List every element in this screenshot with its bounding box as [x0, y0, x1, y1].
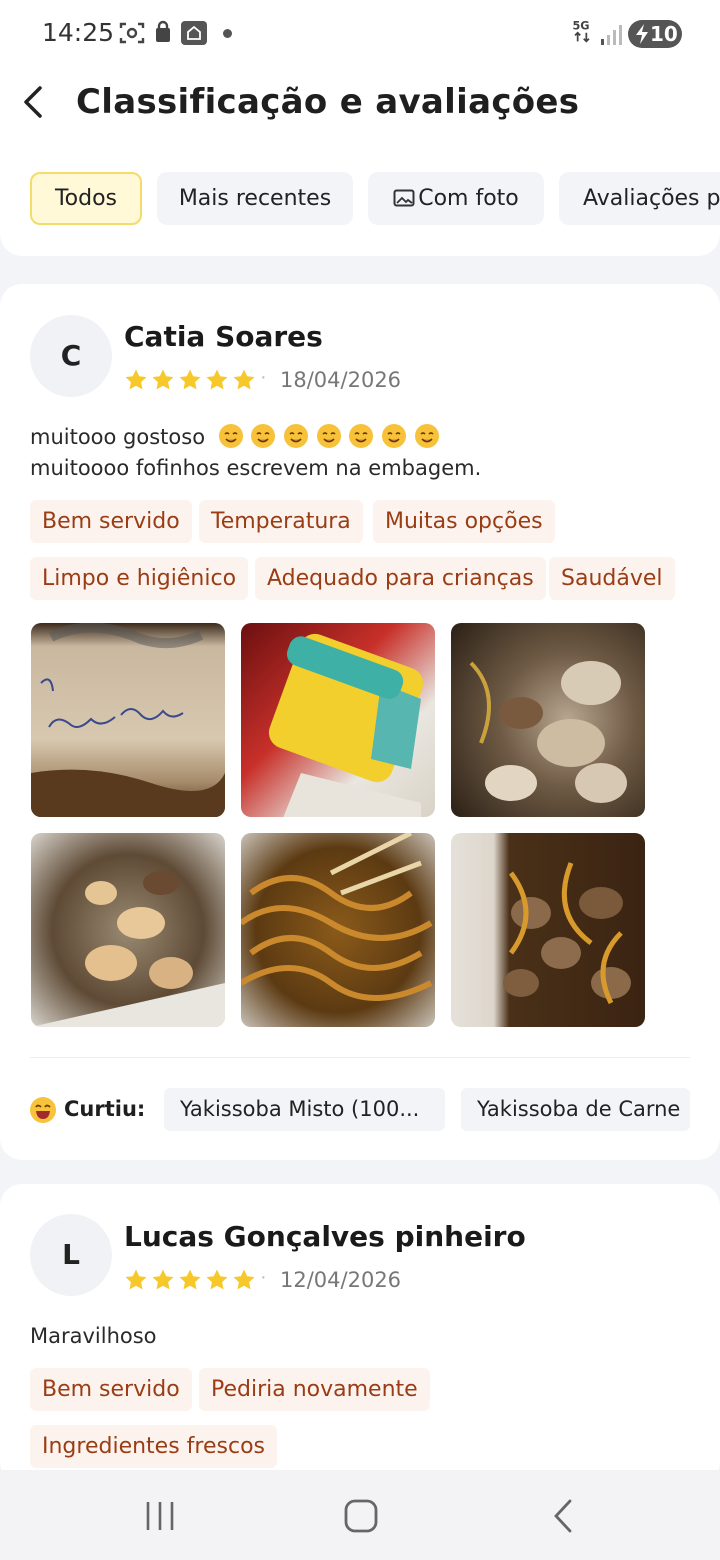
- photo-chicken-box: [31, 871, 225, 1027]
- liked-label: Curtiu:: [64, 1097, 146, 1121]
- review-photo[interactable]: [451, 623, 645, 817]
- review-date: 12/04/2026: [280, 1268, 402, 1292]
- battery-icon: 10: [628, 20, 682, 48]
- star-icon: [233, 1269, 255, 1290]
- network-5g-icon: 5G: [572, 19, 590, 43]
- star-icon: [179, 369, 201, 390]
- review-text: muitooo gostoso muitoooo fofinhos escrev…: [30, 422, 481, 484]
- yum-emoji-icon: [218, 424, 243, 448]
- avatar: C: [30, 315, 112, 397]
- review-tag: Bem servido: [30, 1368, 192, 1411]
- filter-chip-ratings[interactable]: Avaliações po: [559, 172, 720, 225]
- review-tag: Limpo e higiênico: [30, 557, 249, 600]
- battery-level: 10: [650, 22, 678, 46]
- yum-emoji-icon: [251, 424, 276, 448]
- review-date: 18/04/2026: [280, 368, 402, 392]
- status-time: 14:25: [42, 18, 115, 47]
- charging-bolt-icon: [636, 24, 648, 44]
- filter-chip-todos[interactable]: Todos: [30, 172, 142, 225]
- filter-chip-label: Todos: [54, 186, 118, 211]
- yum-emoji-icon: [414, 424, 439, 448]
- review-card: C Catia Soares · 18/04/2026 muitooo gost…: [0, 284, 720, 1160]
- review-photo[interactable]: [451, 833, 645, 1027]
- review-tag: Muitas opções: [373, 500, 555, 543]
- app-notification-icon: [181, 21, 207, 45]
- recent-apps-icon[interactable]: [144, 1500, 176, 1532]
- screenshot-icon: [119, 22, 145, 44]
- yum-emoji-icon: [382, 424, 407, 448]
- status-bar: 14:25 5G 10: [0, 0, 720, 66]
- notification-dot-icon: [223, 29, 232, 38]
- review-tag: Ingredientes frescos: [30, 1425, 277, 1468]
- reviewer-name: Lucas Gonçalves pinheiro: [124, 1220, 526, 1253]
- review-photo[interactable]: [241, 623, 435, 817]
- star-icon: [152, 369, 174, 390]
- nav-back-icon[interactable]: [551, 1499, 575, 1533]
- star-icon: [206, 369, 228, 390]
- review-tag: Bem servido: [30, 500, 192, 543]
- star-rating: [124, 368, 259, 392]
- liked-dish-chip[interactable]: Yakissoba Misto (100...: [164, 1088, 445, 1131]
- avatar: L: [30, 1214, 112, 1296]
- photo-chicken-pieces: [469, 661, 627, 803]
- emoji-row: [218, 424, 440, 449]
- system-nav-bar: [0, 1470, 720, 1560]
- star-icon: [233, 369, 255, 390]
- star-icon: [206, 1269, 228, 1290]
- yum-emoji-icon: [316, 424, 341, 448]
- review-photo[interactable]: [241, 833, 435, 1027]
- review-photo[interactable]: [31, 833, 225, 1027]
- review-text: Maravilhoso: [30, 1324, 157, 1348]
- review-card: L Lucas Gonçalves pinheiro · 12/04/2026 …: [0, 1184, 720, 1484]
- reviewer-name: Catia Soares: [124, 320, 323, 353]
- star-icon: [125, 369, 147, 390]
- review-tag: Adequado para crianças: [255, 557, 546, 600]
- review-tag: Saudável: [549, 557, 675, 600]
- image-icon: [393, 189, 415, 207]
- review-text-line: muitoooo fofinhos escrevem na embagem.: [30, 456, 482, 480]
- review-tag: Pediria novamente: [199, 1368, 430, 1411]
- filter-chip-label: Avaliações po: [583, 186, 720, 211]
- star-icon: [152, 1269, 174, 1290]
- star-icon: [125, 1269, 147, 1290]
- header: Classificação e avaliações: [0, 66, 720, 146]
- lock-icon: [156, 20, 170, 42]
- separator: ·: [260, 366, 267, 388]
- yum-emoji-icon: [349, 424, 374, 448]
- yum-emoji-icon: [284, 424, 309, 448]
- photo-noodles-plate: [241, 833, 433, 1001]
- back-arrow-icon[interactable]: [18, 82, 52, 122]
- star-rating: [124, 1268, 259, 1292]
- star-icon: [179, 1269, 201, 1290]
- svg-text:5G: 5G: [572, 19, 589, 32]
- filter-chip-recent[interactable]: Mais recentes: [157, 172, 353, 225]
- photo-keeta-label: [268, 633, 424, 817]
- liked-dish-chip[interactable]: Yakissoba de Carne: [461, 1088, 690, 1131]
- home-icon[interactable]: [344, 1499, 378, 1533]
- photo-bag-with-note: [31, 623, 225, 817]
- filter-chip-label: Mais recentes: [178, 186, 332, 211]
- signal-icon: [601, 25, 622, 45]
- filter-chip-photo[interactable]: Com foto: [368, 172, 544, 225]
- filter-chip-label: Com foto: [418, 186, 519, 211]
- review-photo[interactable]: [31, 623, 225, 817]
- laughing-emoji-icon: [30, 1097, 56, 1123]
- photo-beef-noodles: [503, 862, 631, 1005]
- separator: ·: [260, 1266, 267, 1288]
- filter-bar: Todos Mais recentes Com foto Avaliações …: [0, 146, 720, 256]
- review-tag: Temperatura: [199, 500, 363, 543]
- page-title: Classificação e avaliações: [76, 82, 580, 122]
- review-text-line: muitooo gostoso: [30, 425, 206, 449]
- divider: [30, 1057, 690, 1058]
